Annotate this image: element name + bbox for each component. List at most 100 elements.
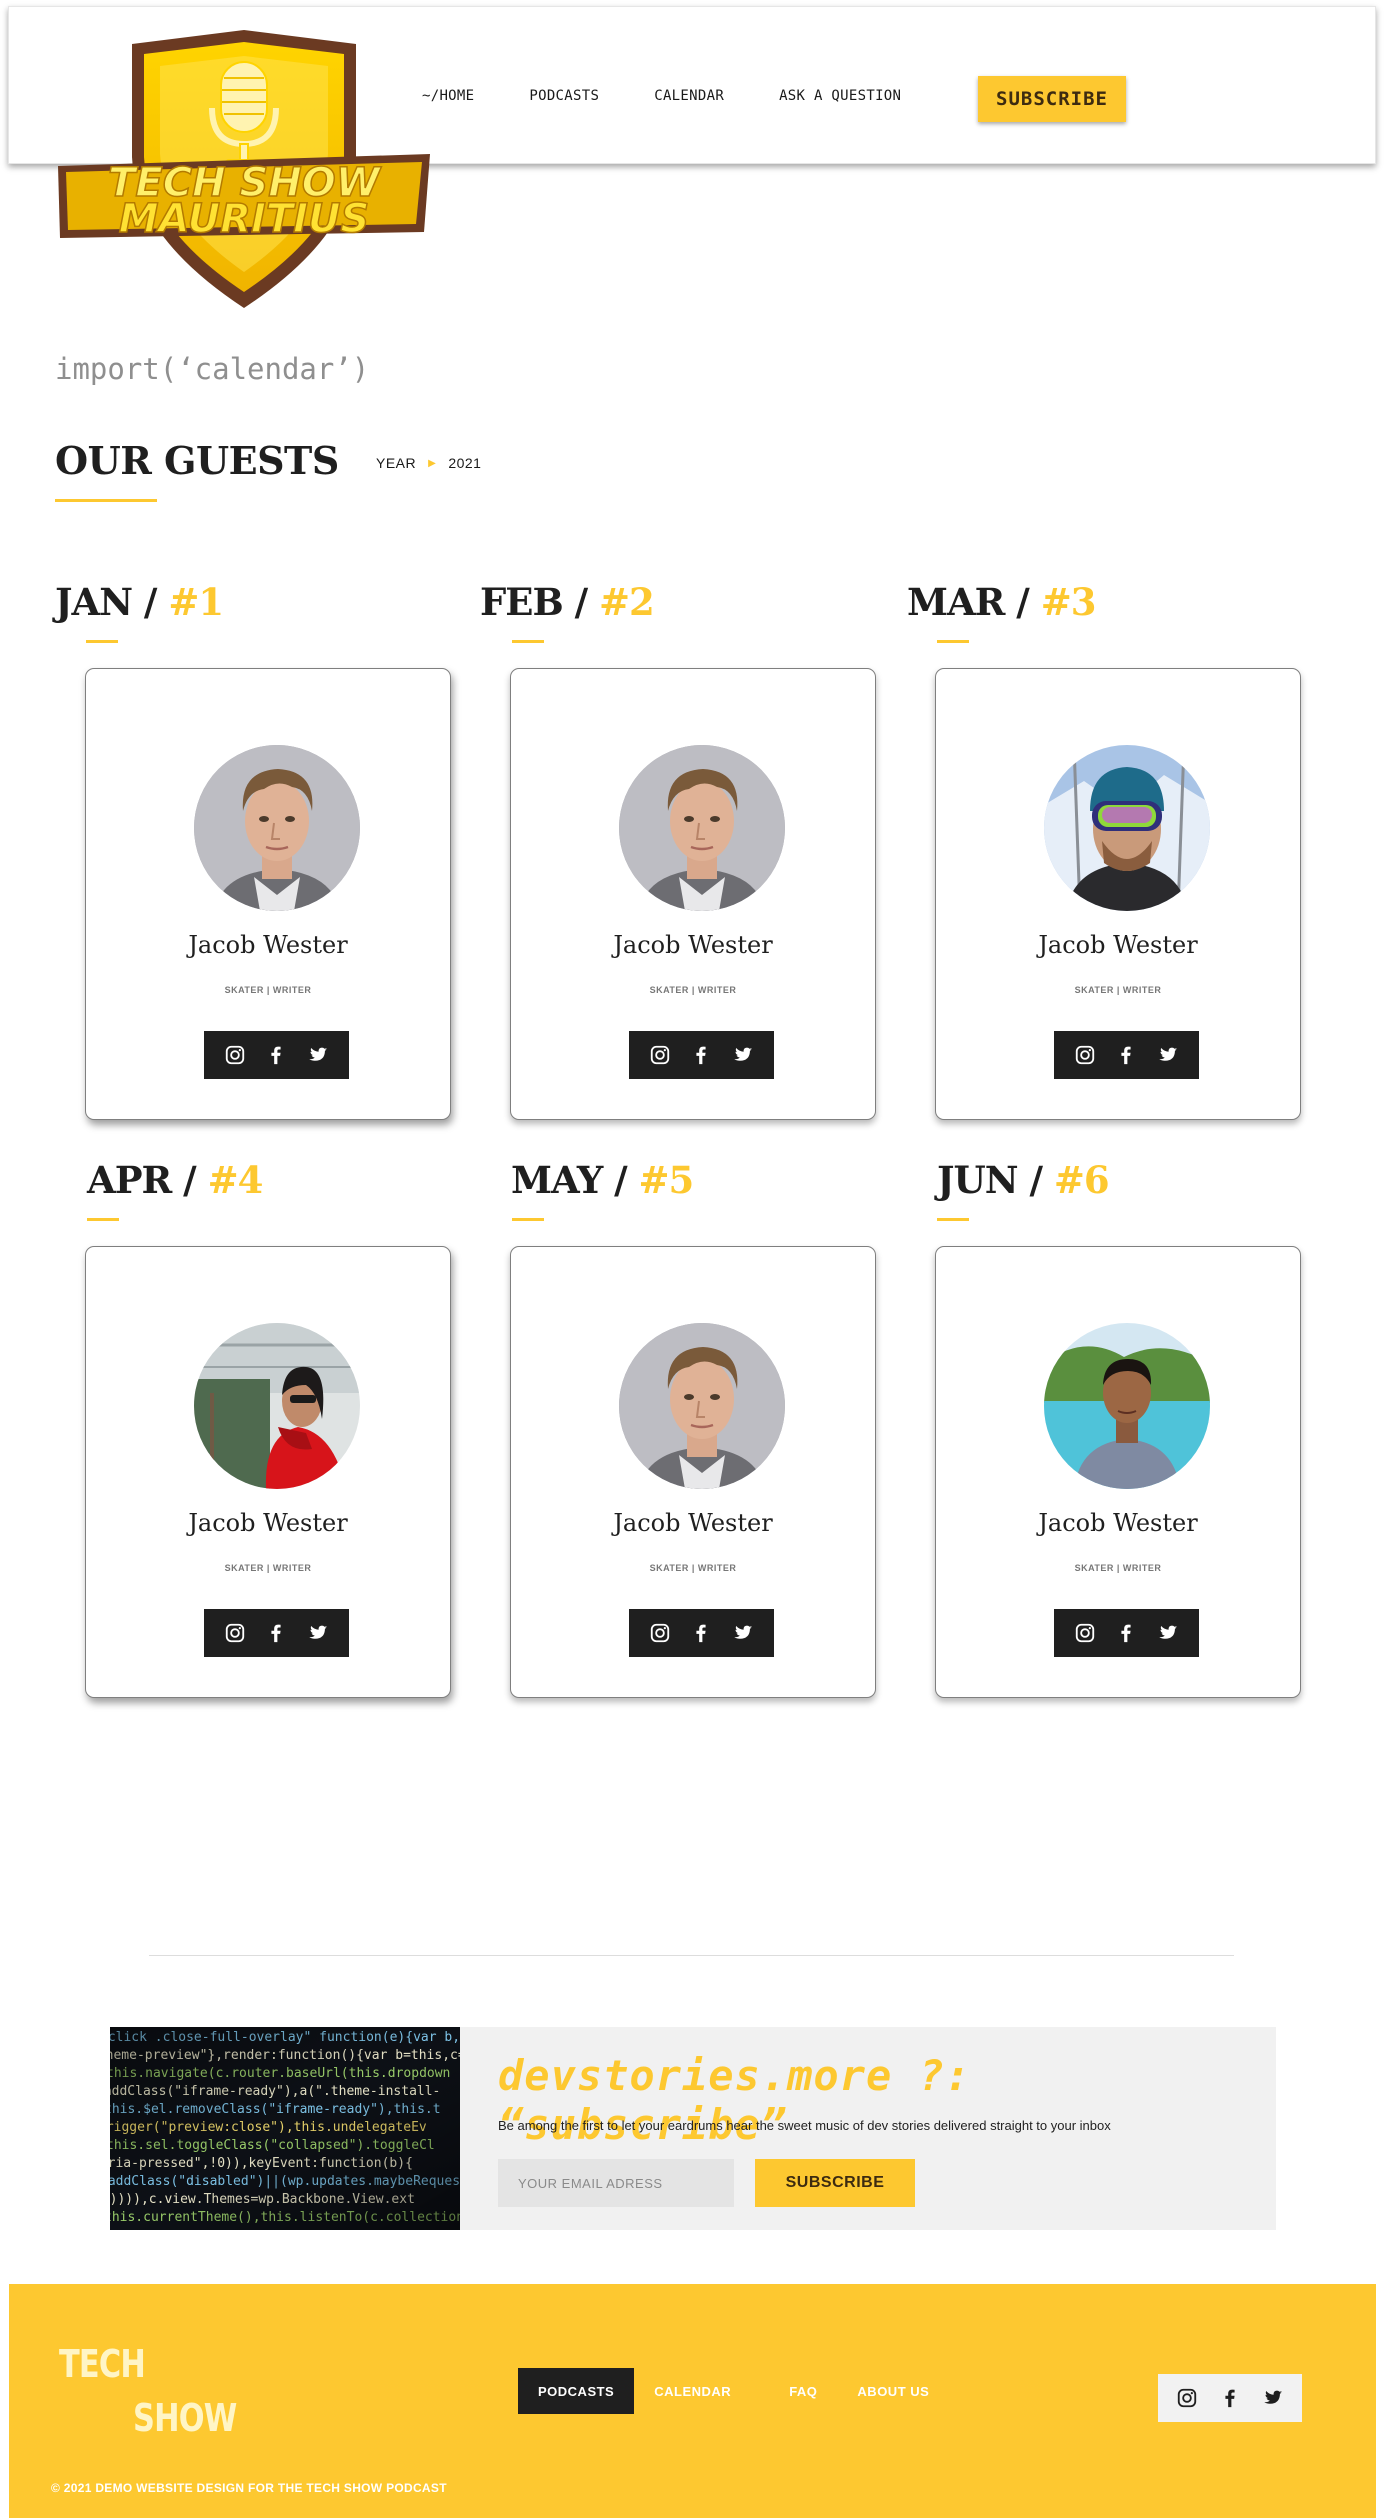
guest-name: Jacob Wester xyxy=(1038,1509,1198,1537)
email-field[interactable] xyxy=(498,2159,734,2207)
twitter-icon[interactable] xyxy=(1157,1044,1179,1066)
month-underline xyxy=(86,640,118,643)
guest-role: SKATER | WRITER xyxy=(649,1563,737,1573)
instagram-icon[interactable] xyxy=(224,1622,246,1644)
guest-role: SKATER | WRITER xyxy=(1074,1563,1162,1573)
nav-podcasts[interactable]: PODCASTS xyxy=(529,88,599,104)
month-heading-feb: FEB / #2 xyxy=(480,580,655,624)
month-heading-jan: JAN / #1 xyxy=(55,580,224,624)
episode-number: #2 xyxy=(599,580,655,624)
twitter-icon[interactable] xyxy=(307,1044,329,1066)
site-footer: TECH SHOW PODCASTS CALENDAR FAQ ABOUT US… xyxy=(9,2284,1376,2518)
twitter-icon[interactable] xyxy=(1262,2387,1284,2409)
guest-role: SKATER | WRITER xyxy=(224,1563,312,1573)
facebook-icon[interactable] xyxy=(1115,1044,1137,1066)
tech-show-mauritius-logo[interactable]: TECH SHOW MAURITIUS xyxy=(52,26,436,308)
footer-link-faq[interactable]: FAQ xyxy=(769,2368,837,2414)
social-links xyxy=(204,1031,349,1079)
facebook-icon[interactable] xyxy=(265,1622,287,1644)
month-underline xyxy=(937,640,969,643)
guest-avatar xyxy=(1044,745,1210,911)
month-heading-may: MAY / #5 xyxy=(511,1158,695,1202)
episode-number: #3 xyxy=(1040,580,1097,624)
guest-card[interactable]: Jacob Wester SKATER | WRITER xyxy=(935,668,1301,1120)
facebook-icon[interactable] xyxy=(1115,1622,1137,1644)
copyright-text: 2021 DEMO WEBSITE DESIGN FOR THE TECH SH… xyxy=(63,2481,447,2495)
nav-ask-a-question[interactable]: ASK A QUESTION xyxy=(779,88,901,104)
month-underline xyxy=(937,1218,969,1221)
copyright: © 2021 DEMO WEBSITE DESIGN FOR THE TECH … xyxy=(51,2481,447,2495)
month-heading-mar: MAR / #3 xyxy=(907,580,1097,624)
footer-logo-line1[interactable]: TECH xyxy=(59,2342,146,2386)
month-label: APR / xyxy=(87,1158,197,1202)
month-underline xyxy=(87,1218,119,1221)
instagram-icon[interactable] xyxy=(224,1044,246,1066)
month-label: JUN / xyxy=(937,1158,1043,1202)
main-nav: ~/HOME PODCASTS CALENDAR ASK A QUESTION xyxy=(422,88,901,104)
facebook-icon[interactable] xyxy=(1219,2387,1241,2409)
episode-number: #5 xyxy=(638,1158,695,1202)
guest-card[interactable]: Jacob Wester SKATER | WRITER xyxy=(85,1246,451,1698)
guest-role: SKATER | WRITER xyxy=(649,985,737,995)
month-underline xyxy=(512,640,544,643)
guest-role: SKATER | WRITER xyxy=(1074,985,1162,995)
guest-avatar xyxy=(194,1323,360,1489)
year-filter[interactable]: YEAR ▶ 2021 xyxy=(376,455,481,471)
month-heading-jun: JUN / #6 xyxy=(937,1158,1110,1202)
newsletter-section: "click .close-full-overlay" function(e){… xyxy=(110,2027,1276,2230)
year-value[interactable]: 2021 xyxy=(448,455,481,471)
twitter-icon[interactable] xyxy=(1157,1622,1179,1644)
twitter-icon[interactable] xyxy=(307,1622,329,1644)
guest-name: Jacob Wester xyxy=(188,1509,348,1537)
month-heading-apr: APR / #4 xyxy=(87,1158,264,1202)
month-label: MAY / xyxy=(511,1158,628,1202)
social-links xyxy=(1054,1609,1199,1657)
instagram-icon[interactable] xyxy=(649,1622,671,1644)
guest-avatar xyxy=(619,745,785,911)
guest-avatar xyxy=(194,745,360,911)
footer-link-podcasts[interactable]: PODCASTS xyxy=(518,2368,635,2414)
guest-card[interactable]: Jacob Wester SKATER | WRITER xyxy=(935,1246,1301,1698)
facebook-icon[interactable] xyxy=(690,1622,712,1644)
svg-text:MAURITIUS: MAURITIUS xyxy=(119,196,370,242)
facebook-icon[interactable] xyxy=(690,1044,712,1066)
guest-card[interactable]: Jacob Wester SKATER | WRITER xyxy=(510,1246,876,1698)
episode-number: #4 xyxy=(207,1158,264,1202)
guest-card[interactable]: Jacob Wester SKATER | WRITER xyxy=(85,668,451,1120)
twitter-icon[interactable] xyxy=(732,1622,754,1644)
guest-name: Jacob Wester xyxy=(613,1509,773,1537)
newsletter-description: Be among the first to let your eardrums … xyxy=(498,2118,1111,2133)
header-subscribe-button[interactable]: SUBSCRIBE xyxy=(978,76,1126,122)
month-label: JAN / xyxy=(55,580,157,624)
guest-role: SKATER | WRITER xyxy=(224,985,312,995)
code-screenshot-image: "click .close-full-overlay" function(e){… xyxy=(110,2027,460,2230)
year-label: YEAR xyxy=(376,455,417,471)
guest-name: Jacob Wester xyxy=(188,931,348,959)
newsletter-title: devstories.more ?: “subscribe” xyxy=(498,2051,972,2149)
guest-card[interactable]: Jacob Wester SKATER | WRITER xyxy=(510,668,876,1120)
guest-name: Jacob Wester xyxy=(613,931,773,959)
instagram-icon[interactable] xyxy=(1074,1622,1096,1644)
footer-link-calendar[interactable]: CALENDAR xyxy=(634,2368,751,2414)
newsletter-subscribe-button[interactable]: SUBSCRIBE xyxy=(755,2159,915,2207)
caret-right-icon: ▶ xyxy=(428,457,437,469)
footer-link-about-us[interactable]: ABOUT US xyxy=(837,2368,949,2414)
instagram-icon[interactable] xyxy=(1176,2387,1198,2409)
title-underline xyxy=(55,499,157,502)
social-links xyxy=(204,1609,349,1657)
month-label: FEB / xyxy=(480,580,588,624)
episode-number: #6 xyxy=(1053,1158,1110,1202)
facebook-icon[interactable] xyxy=(265,1044,287,1066)
footer-social-links xyxy=(1158,2374,1302,2422)
nav-calendar[interactable]: CALENDAR xyxy=(654,88,724,104)
instagram-icon[interactable] xyxy=(1074,1044,1096,1066)
month-label: MAR / xyxy=(907,580,1030,624)
social-links xyxy=(1054,1031,1199,1079)
instagram-icon[interactable] xyxy=(649,1044,671,1066)
page-title: OUR GUESTS xyxy=(55,438,339,483)
guest-avatar xyxy=(1044,1323,1210,1489)
social-links xyxy=(629,1609,774,1657)
import-code-text: import(‘calendar’) xyxy=(55,352,370,386)
twitter-icon[interactable] xyxy=(732,1044,754,1066)
footer-logo-line2[interactable]: SHOW xyxy=(133,2396,237,2440)
